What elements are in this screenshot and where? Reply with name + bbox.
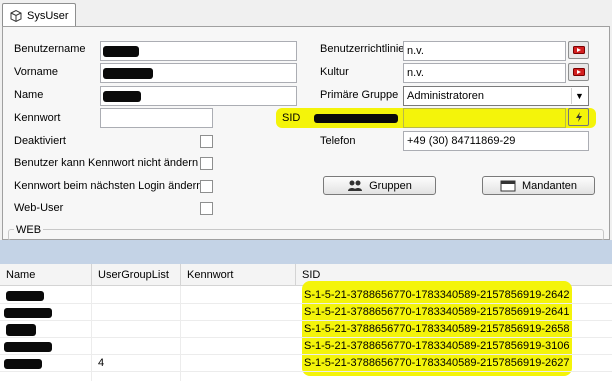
kennwort-aendern-checkbox[interactable]: [200, 157, 213, 170]
sid-field[interactable]: [403, 108, 566, 128]
kennwort-aendern-label: Benutzer kann Kennwort nicht ändern: [14, 157, 199, 169]
tab-strip: [0, 0, 612, 26]
cell-usergrouplist: 4: [98, 357, 105, 369]
redaction-mark: [103, 46, 139, 57]
cell-sid: S-1-5-21-3788656770-1783340589-215785691…: [304, 289, 570, 301]
chevron-down-icon[interactable]: ▼: [571, 88, 587, 104]
cell-usergrouplist: [98, 287, 178, 304]
cell-kennwort: [187, 321, 287, 338]
redaction-mark: [103, 68, 153, 79]
cell-sid: S-1-5-21-3788656770-1783340589-215785691…: [304, 340, 570, 352]
table-row[interactable]: 4 S-1-5-21-3788656770-1783340589-2157856…: [0, 355, 612, 372]
telefon-label: Telefon: [320, 135, 356, 147]
redaction-mark: [4, 308, 52, 318]
cell-sid: S-1-5-21-3788656770-1783340589-215785691…: [304, 306, 570, 318]
gruppen-button[interactable]: Gruppen: [323, 176, 436, 195]
web-group-label: WEB: [14, 224, 44, 236]
tab-sysuser[interactable]: SysUser: [2, 3, 76, 27]
red-lookup-icon: [572, 46, 585, 54]
kennwort-field[interactable]: [100, 108, 213, 128]
kultur-label: Kultur: [320, 66, 349, 78]
redaction-mark: [103, 91, 141, 102]
redaction-mark: [6, 324, 36, 336]
cell-usergrouplist: [98, 304, 178, 321]
column-header-usergrouplist[interactable]: UserGroupList: [92, 264, 181, 286]
redaction-mark: [314, 114, 398, 123]
table-row[interactable]: S-1-5-21-3788656770-1783340589-215785691…: [0, 304, 612, 321]
cube-icon: [9, 9, 23, 23]
web-user-checkbox[interactable]: [200, 202, 213, 215]
kultur-field[interactable]: n.v.: [403, 63, 566, 83]
benutzerrichtlinie-lookup-button[interactable]: [568, 41, 589, 59]
cell-kennwort: [187, 338, 287, 355]
column-header-name[interactable]: Name: [0, 264, 92, 286]
sid-label: SID: [282, 112, 301, 124]
cell-kennwort: [187, 287, 287, 304]
cell-sid: S-1-5-21-3788656770-1783340589-215785691…: [304, 357, 570, 369]
sid-generate-button[interactable]: [568, 108, 589, 126]
name-field[interactable]: [100, 86, 297, 106]
table-row[interactable]: S-1-5-21-3788656770-1783340589-215785691…: [0, 338, 612, 355]
splitter-bar[interactable]: [0, 240, 612, 264]
redaction-mark: [4, 342, 52, 352]
vorname-label: Vorname: [14, 66, 59, 78]
vorname-field[interactable]: [100, 63, 297, 83]
cell-usergrouplist: [98, 338, 178, 355]
benutzername-label: Benutzername: [14, 43, 86, 55]
mandanten-button[interactable]: Mandanten: [482, 176, 595, 195]
window-icon: [500, 180, 516, 191]
kennwort-login-label: Kennwort beim nächsten Login ändern: [14, 180, 203, 192]
telefon-field[interactable]: +49 (30) 84711869-29: [403, 131, 589, 151]
red-lookup-icon: [572, 68, 585, 76]
kultur-lookup-button[interactable]: [568, 63, 589, 81]
group-icon: [348, 180, 363, 191]
redaction-mark: [6, 291, 44, 301]
kennwort-label: Kennwort: [14, 112, 61, 124]
benutzerrichtlinie-label: Benutzerrichtlinie: [320, 43, 405, 55]
cell-sid: S-1-5-21-3788656770-1783340589-215785691…: [304, 323, 570, 335]
benutzername-field[interactable]: [100, 41, 297, 61]
redaction-mark: [4, 359, 42, 369]
primaere-gruppe-select[interactable]: Administratoren ▼: [403, 86, 589, 106]
tab-label: SysUser: [27, 9, 69, 22]
deaktiviert-checkbox[interactable]: [200, 135, 213, 148]
kennwort-login-checkbox[interactable]: [200, 180, 213, 193]
cell-kennwort: [187, 355, 287, 372]
deaktiviert-label: Deaktiviert: [14, 135, 66, 147]
name-label: Name: [14, 89, 44, 101]
lightning-icon: [575, 112, 582, 122]
cell-kennwort: [187, 304, 287, 321]
table-row[interactable]: S-1-5-21-3788656770-1783340589-215785691…: [0, 287, 612, 304]
column-header-kennwort[interactable]: Kennwort: [181, 264, 296, 286]
web-user-label: Web-User: [14, 202, 64, 214]
benutzerrichtlinie-field[interactable]: n.v.: [403, 41, 566, 61]
cell-usergrouplist: [98, 321, 178, 338]
table-row[interactable]: S-1-5-21-3788656770-1783340589-215785691…: [0, 321, 612, 338]
primaere-gruppe-label: Primäre Gruppe: [320, 89, 399, 101]
